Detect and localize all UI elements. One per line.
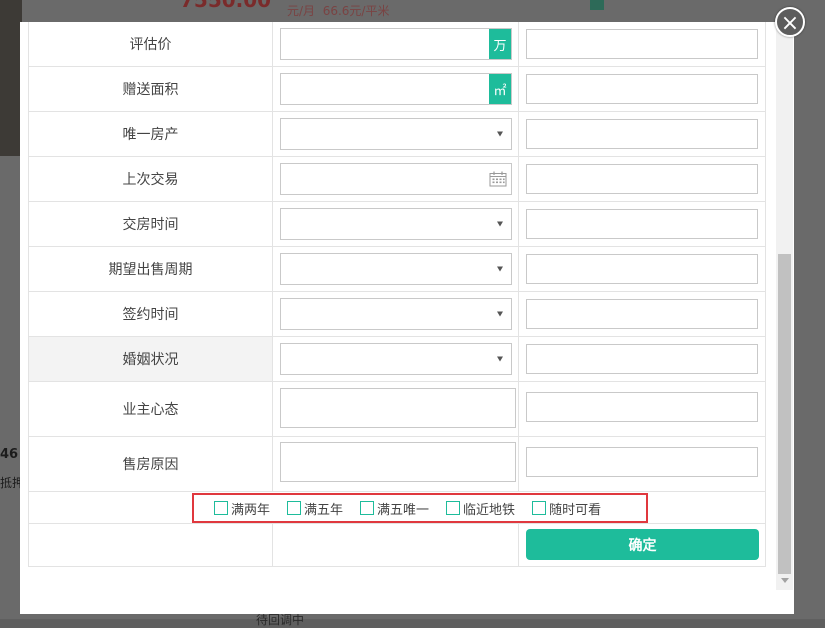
label-bonus-area: 赠送面积 (28, 67, 273, 111)
row-signing-time: 签约时间 (28, 292, 766, 337)
checkbox-over-two-years[interactable]: 满两年 (214, 499, 270, 518)
row-actions: 确定 (28, 524, 766, 567)
confirm-button[interactable]: 确定 (526, 529, 759, 560)
checkbox-icon[interactable] (360, 501, 375, 515)
appraisal-price-input[interactable]: 万 (280, 28, 512, 60)
row-expected-sale-period: 期望出售周期 (28, 247, 766, 292)
last-transaction-date-input[interactable] (280, 163, 512, 195)
label-only-property: 唯一房产 (28, 112, 273, 156)
unit-sqm-addon: ㎡ (489, 74, 511, 104)
owner-mindset-textarea[interactable] (280, 388, 516, 428)
row-marital-status: 婚姻状况 (28, 337, 766, 382)
chevron-down-icon (497, 356, 503, 362)
label-marital-status: 婚姻状况 (28, 337, 273, 381)
handover-time-note-input[interactable] (526, 209, 758, 239)
label-last-transaction: 上次交易 (28, 157, 273, 201)
signing-time-note-input[interactable] (526, 299, 758, 329)
label-owner-mindset: 业主心态 (28, 382, 273, 436)
only-property-select[interactable] (280, 118, 512, 150)
bonus-area-note-input[interactable] (526, 74, 758, 104)
scroll-down-arrow-icon[interactable] (781, 578, 789, 583)
label-appraisal-price: 评估价 (28, 22, 273, 66)
modal-scrollbar-thumb[interactable] (778, 254, 791, 574)
sale-reason-textarea[interactable] (280, 442, 516, 482)
appraisal-price-note-input[interactable] (526, 29, 758, 59)
only-property-note-input[interactable] (526, 119, 758, 149)
row-bonus-area: 赠送面积 ㎡ (28, 67, 766, 112)
label-handover-time: 交房时间 (28, 202, 273, 246)
unit-wan-addon: 万 (489, 29, 511, 59)
checkbox-viewable-anytime[interactable]: 随时可看 (532, 499, 601, 518)
sale-reason-note-input[interactable] (526, 447, 758, 477)
listing-badge (590, 0, 604, 10)
marital-status-select[interactable] (280, 343, 512, 375)
calendar-icon[interactable] (489, 171, 507, 187)
listing-photo (0, 0, 22, 156)
row-handover-time: 交房时间 (28, 202, 766, 247)
chevron-down-icon (497, 221, 503, 227)
row-only-property: 唯一房产 (28, 112, 766, 157)
property-tags-group: 满两年 满五年 满五唯一 临近地铁 随时可看 (192, 493, 648, 523)
label-sale-reason: 售房原因 (28, 437, 273, 491)
close-icon[interactable]: × (775, 7, 805, 37)
row-owner-mindset: 业主心态 (28, 382, 766, 437)
label-signing-time: 签约时间 (28, 292, 273, 336)
listing-price: 7550.00 (180, 0, 272, 12)
chevron-down-icon (497, 311, 503, 317)
expected-sale-period-note-input[interactable] (526, 254, 758, 284)
side-number: 46 (0, 447, 19, 462)
row-appraisal-price: 评估价 万 (28, 22, 766, 67)
marital-status-note-input[interactable] (526, 344, 758, 374)
bonus-area-input[interactable]: ㎡ (280, 73, 512, 105)
checkbox-over-five-years[interactable]: 满五年 (287, 499, 343, 518)
row-last-transaction: 上次交易 (28, 157, 766, 202)
checkbox-icon[interactable] (287, 501, 302, 515)
checkbox-icon[interactable] (532, 501, 547, 515)
last-transaction-note-input[interactable] (526, 164, 758, 194)
chevron-down-icon (497, 131, 503, 137)
checkbox-icon[interactable] (446, 501, 461, 515)
handover-time-select[interactable] (280, 208, 512, 240)
expected-sale-period-select[interactable] (280, 253, 512, 285)
checkbox-icon[interactable] (214, 501, 228, 515)
property-info-modal: 评估价 万 赠送面积 ㎡ 唯一房产 上次交易 交房时间 期望出售周期 签约时间 … (20, 22, 794, 614)
signing-time-select[interactable] (280, 298, 512, 330)
row-sale-reason: 售房原因 (28, 437, 766, 492)
chevron-down-icon (497, 266, 503, 272)
owner-mindset-note-input[interactable] (526, 392, 758, 422)
label-expected-sale-period: 期望出售周期 (28, 247, 273, 291)
checkbox-five-years-only[interactable]: 满五唯一 (360, 499, 429, 518)
checkbox-near-subway[interactable]: 临近地铁 (446, 499, 515, 518)
listing-price-unit: 元/月 66.6元/平米 (287, 4, 390, 18)
